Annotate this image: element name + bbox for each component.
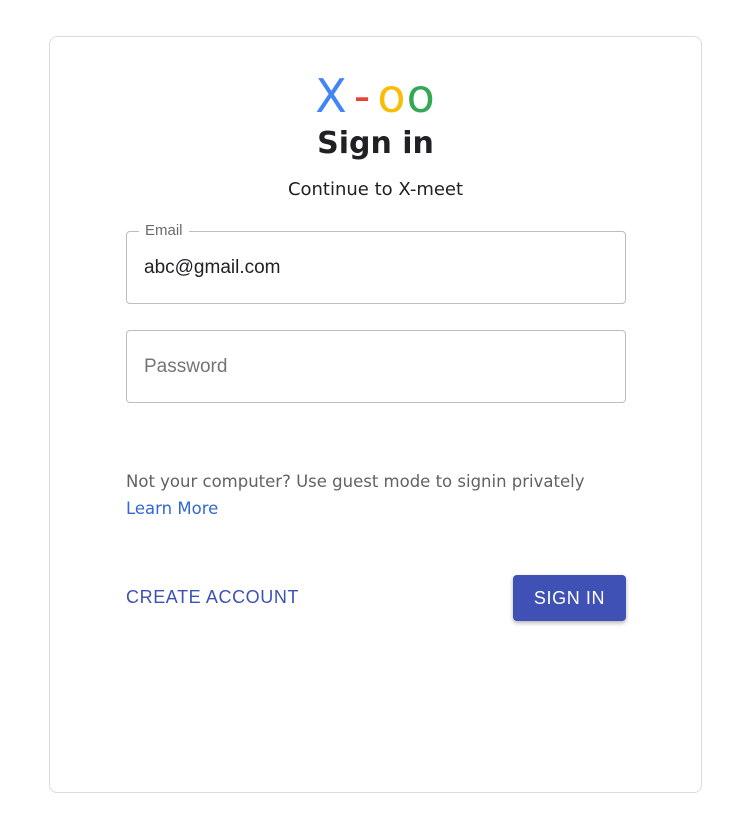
email-input[interactable] [144, 232, 604, 303]
sign-in-card: X-oo Sign in Continue to X-meet Email No… [49, 36, 702, 793]
create-account-button[interactable]: CREATE ACCOUNT [126, 584, 299, 610]
logo-dash: - [353, 69, 372, 123]
email-field[interactable]: Email [126, 222, 626, 304]
logo-letter-o-yellow: o [377, 69, 407, 123]
app-logo: X - oo [50, 70, 701, 122]
page-subtitle: Continue to X-meet [287, 179, 464, 200]
page-title: Sign in [317, 126, 434, 161]
learn-more-link[interactable]: Learn More [126, 495, 218, 522]
password-field[interactable] [126, 330, 626, 403]
password-input[interactable] [144, 331, 604, 402]
sign-in-button[interactable]: SIGN IN [513, 575, 626, 621]
logo-letter-x: X [315, 69, 348, 123]
logo-letter-o-green: o [406, 69, 436, 123]
guest-mode-notice: Not your computer? Use guest mode to sig… [126, 472, 585, 491]
